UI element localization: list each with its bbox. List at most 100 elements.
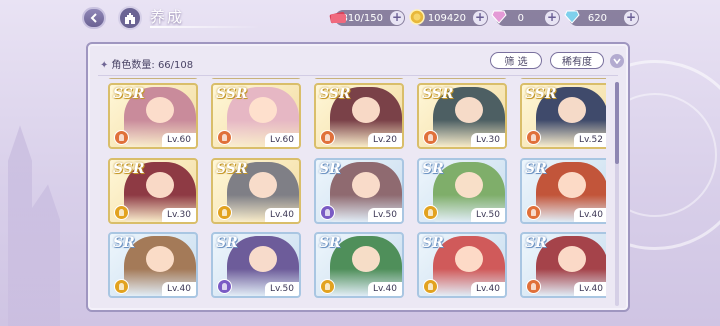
level-label: Lv.50 <box>368 208 402 222</box>
rarity-badge: SR <box>113 235 135 251</box>
level-label: Lv.60 <box>265 133 299 147</box>
element-icon <box>423 279 438 294</box>
add-gold-button[interactable]: + <box>473 11 487 25</box>
element-icon <box>423 130 438 145</box>
level-label: Lv.30 <box>162 208 196 222</box>
character-count: ✦ 角色数量: 66/108 <box>100 56 193 71</box>
character-card[interactable]: SR Lv.40 <box>314 232 404 298</box>
rarity-badge: SSR <box>319 86 351 102</box>
level-label: Lv.30 <box>471 133 505 147</box>
add-pink-gem-button[interactable]: + <box>545 11 559 25</box>
element-icon <box>114 130 129 145</box>
blue-diamond-icon <box>561 7 583 27</box>
element-icon <box>423 205 438 220</box>
level-label: Lv.40 <box>574 208 606 222</box>
page-title: 养成 <box>150 8 185 26</box>
character-card[interactable]: SSR Lv.20 <box>314 83 404 149</box>
currency-stamina: 810/150 + <box>329 10 405 26</box>
character-card[interactable]: SR Lv.50 <box>417 158 507 224</box>
rarity-sort-button[interactable]: 稀有度 <box>550 52 604 69</box>
filter-button[interactable]: 筛 选 <box>490 52 542 69</box>
character-card[interactable]: SSR Lv.60 <box>211 83 301 149</box>
top-bar: 养成 810/150 + 109420 + 0 + 620 + <box>0 0 720 36</box>
rarity-badge: SR <box>216 235 238 251</box>
previous-row-peek <box>106 78 606 82</box>
level-label: Lv.40 <box>368 282 402 296</box>
rarity-badge: SR <box>422 235 444 251</box>
rarity-badge: SSR <box>216 86 248 102</box>
element-icon <box>320 130 335 145</box>
level-label: Lv.52 <box>574 133 606 147</box>
blue-gem-value: 620 <box>587 12 607 24</box>
currency-pink-gem: 0 + <box>491 10 560 26</box>
element-icon <box>320 279 335 294</box>
gold-coin-icon <box>406 7 428 27</box>
rarity-badge: SSR <box>525 86 557 102</box>
character-card[interactable]: SR Lv.40 <box>520 232 606 298</box>
rarity-badge: SR <box>525 161 547 177</box>
element-icon <box>217 279 232 294</box>
character-card[interactable]: SSR Lv.30 <box>108 158 198 224</box>
card-peek <box>108 78 198 79</box>
character-card[interactable]: SSR Lv.30 <box>417 83 507 149</box>
character-count-text: 角色数量: 66/108 <box>111 60 194 71</box>
currency-blue-gem: 620 + <box>564 10 639 26</box>
sort-order-button[interactable] <box>610 54 624 68</box>
home-button[interactable] <box>118 6 142 30</box>
level-label: Lv.50 <box>471 208 505 222</box>
card-peek <box>417 78 507 79</box>
pink-diamond-icon <box>488 7 510 27</box>
title-underline <box>150 26 260 28</box>
chevron-down-icon <box>613 58 621 64</box>
element-icon <box>526 279 541 294</box>
level-label: Lv.60 <box>162 133 196 147</box>
rarity-badge: SR <box>525 235 547 251</box>
character-card[interactable]: SR Lv.40 <box>520 158 606 224</box>
character-card[interactable]: SR Lv.50 <box>211 232 301 298</box>
level-label: Lv.50 <box>265 282 299 296</box>
scrollbar-thumb[interactable] <box>615 82 619 164</box>
card-peek <box>520 78 606 79</box>
castle-icon <box>125 13 135 24</box>
sparkle-icon: ✦ <box>100 60 109 71</box>
level-label: Lv.40 <box>162 282 196 296</box>
header-divider <box>98 75 618 76</box>
element-icon <box>114 205 129 220</box>
card-peek <box>211 78 301 79</box>
element-icon <box>217 130 232 145</box>
element-icon <box>320 205 335 220</box>
level-label: Lv.40 <box>471 282 505 296</box>
back-button[interactable] <box>82 7 106 29</box>
character-card[interactable]: SR Lv.40 <box>417 232 507 298</box>
rarity-badge: SR <box>319 235 341 251</box>
character-card[interactable]: SR Lv.40 <box>108 232 198 298</box>
card-peek <box>314 78 404 79</box>
character-card[interactable]: SSR Lv.40 <box>211 158 301 224</box>
background-castle <box>8 125 60 326</box>
element-icon <box>526 205 541 220</box>
scrollbar[interactable] <box>615 82 619 306</box>
character-card[interactable]: SSR Lv.52 <box>520 83 606 149</box>
add-stamina-button[interactable]: + <box>390 11 404 25</box>
element-icon <box>526 130 541 145</box>
rarity-badge: SR <box>422 161 444 177</box>
add-blue-gem-button[interactable]: + <box>624 11 638 25</box>
rarity-badge: SSR <box>216 161 248 177</box>
gold-value: 109420 <box>427 12 466 24</box>
back-arrow-icon <box>90 13 97 23</box>
rarity-badge: SSR <box>113 86 145 102</box>
rarity-badge: SSR <box>113 161 145 177</box>
level-label: Lv.20 <box>368 133 402 147</box>
rarity-badge: SSR <box>422 86 454 102</box>
character-card[interactable]: SSR Lv.60 <box>108 83 198 149</box>
rarity-badge: SR <box>319 161 341 177</box>
character-card[interactable]: SR Lv.50 <box>314 158 404 224</box>
currency-gold: 109420 + <box>409 9 488 26</box>
character-grid[interactable]: SSR Lv.60 SSR Lv.60 SSR Lv.20 SSR Lv.30 SSR Lv.52… <box>106 78 606 310</box>
ticket-stack-icon <box>327 7 349 27</box>
level-label: Lv.40 <box>574 282 606 296</box>
character-list-panel: ✦ 角色数量: 66/108 筛 选 稀有度 SSR Lv.60 SSR Lv.60 SS… <box>86 42 630 312</box>
element-icon <box>217 205 232 220</box>
level-label: Lv.40 <box>265 208 299 222</box>
element-icon <box>114 279 129 294</box>
